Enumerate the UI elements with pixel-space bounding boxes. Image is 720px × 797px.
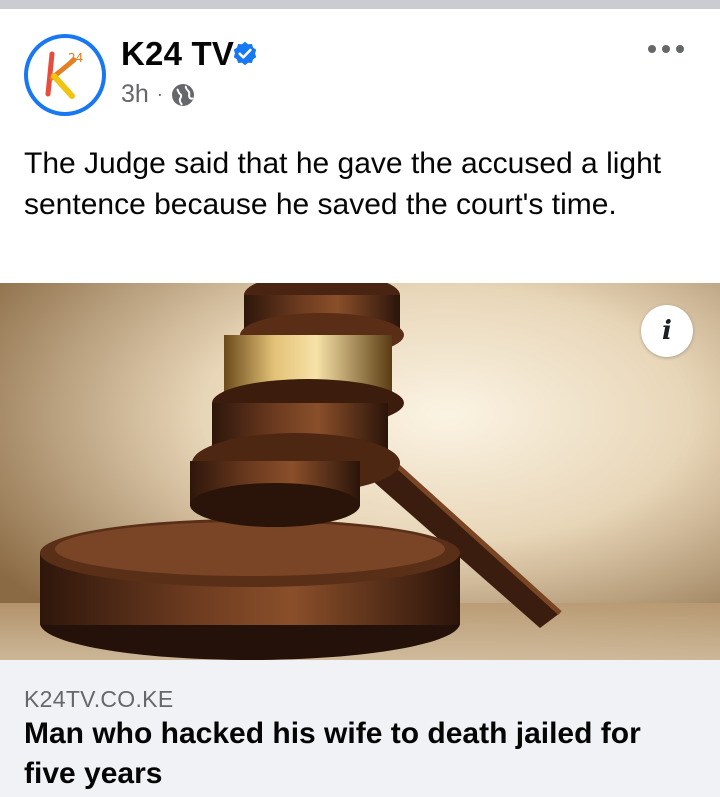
top-divider bbox=[0, 0, 720, 9]
verified-badge-icon bbox=[233, 41, 257, 66]
globe-icon[interactable] bbox=[171, 83, 195, 107]
more-dot bbox=[648, 45, 656, 53]
post-caption: The Judge said that he gave the accused … bbox=[24, 147, 662, 221]
link-preview-card[interactable]: i K24TV.CO.KE Man who hacked his wife to… bbox=[0, 283, 720, 797]
more-options-icon[interactable] bbox=[644, 37, 688, 61]
link-title[interactable]: Man who hacked his wife to death jailed … bbox=[24, 714, 694, 794]
k24-logo-text: 24 bbox=[68, 51, 83, 65]
post-timestamp[interactable]: 3h bbox=[121, 80, 149, 109]
info-icon[interactable]: i bbox=[641, 305, 693, 357]
post-header: 24 K24 TV 3h · bbox=[0, 9, 720, 130]
page-name[interactable]: K24 TV bbox=[121, 35, 234, 73]
meta-separator: · bbox=[156, 84, 163, 104]
k24-logo-icon: 24 bbox=[45, 51, 83, 99]
page-avatar[interactable]: 24 bbox=[24, 34, 106, 116]
k24-logo: 24 bbox=[28, 38, 102, 112]
link-domain: K24TV.CO.KE bbox=[24, 686, 174, 712]
more-dot bbox=[676, 45, 684, 53]
gavel-illustration bbox=[0, 283, 720, 660]
wooden-gavel-image[interactable]: i bbox=[0, 283, 720, 660]
post-meta: 3h · bbox=[121, 80, 195, 109]
link-meta[interactable]: K24TV.CO.KE Man who hacked his wife to d… bbox=[0, 660, 720, 797]
more-dot bbox=[662, 45, 670, 53]
